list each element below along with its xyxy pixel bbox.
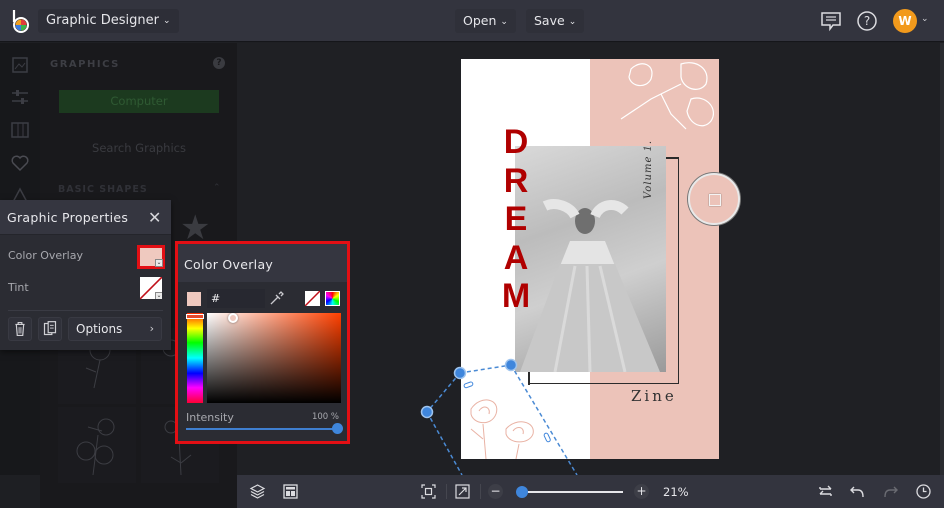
floral-graphic-selected[interactable] <box>461 389 551 459</box>
hue-slider-handle[interactable] <box>186 314 204 319</box>
intensity-value: 100 % <box>311 412 339 422</box>
options-label: Options <box>76 322 123 336</box>
color-overlay-popup: Color Overlay # EFC9BF Intensity 100 % <box>175 241 350 444</box>
save-button[interactable]: Save ⌄ <box>526 9 585 33</box>
user-avatar[interactable]: W <box>893 9 917 33</box>
panel-header: Graphic Properties ✕ <box>0 200 171 235</box>
delete-button[interactable] <box>8 317 32 341</box>
frame-line <box>528 372 530 385</box>
redo-icon[interactable] <box>882 483 899 500</box>
upload-computer-button[interactable]: Computer <box>59 90 219 113</box>
zoom-slider[interactable] <box>519 491 623 493</box>
chevron-up-icon[interactable]: ⌃ <box>213 183 221 193</box>
zoom-slider-thumb[interactable] <box>516 486 528 498</box>
app-switcher-button[interactable]: Graphic Designer ⌄ <box>38 9 179 33</box>
history-icon[interactable] <box>915 483 932 500</box>
close-icon[interactable]: ✕ <box>148 208 161 227</box>
color-overlay-label: Color Overlay <box>8 249 83 262</box>
volume-text[interactable]: Volume 1. <box>643 140 654 199</box>
frame-border[interactable] <box>528 157 679 384</box>
color-overlay-swatch[interactable]: ⌄ <box>137 245 165 269</box>
hue-slider[interactable] <box>186 313 204 403</box>
color-picker-handle[interactable] <box>228 313 238 323</box>
heart-icon[interactable] <box>10 153 30 173</box>
duplicate-button[interactable] <box>38 317 62 341</box>
bottom-toolbar: − + 21% <box>237 475 944 508</box>
no-color-button[interactable] <box>305 291 320 306</box>
current-color-swatch <box>187 292 201 306</box>
logo-icon[interactable] <box>10 8 32 34</box>
help-icon[interactable]: ? <box>856 10 878 32</box>
title-letter: E <box>504 200 528 238</box>
floral-graphic-top[interactable] <box>611 59 719 159</box>
search-graphics-input[interactable]: Search Graphics <box>59 137 219 159</box>
zine-text[interactable]: Zine <box>631 387 677 405</box>
panel-title: Graphic Properties <box>7 210 129 225</box>
vertical-scrollbar[interactable] <box>940 43 944 475</box>
duplicate-icon <box>43 321 57 336</box>
intensity-slider[interactable] <box>186 428 337 430</box>
intensity-slider-thumb[interactable] <box>332 423 343 434</box>
zoom-value: 21% <box>663 485 689 499</box>
sliders-icon[interactable] <box>10 87 30 107</box>
expand-icon[interactable] <box>454 483 471 500</box>
divider <box>8 310 163 311</box>
image-icon[interactable] <box>10 55 30 75</box>
divider <box>480 484 481 499</box>
chevron-down-icon: ⌄ <box>155 292 162 299</box>
tint-label: Tint <box>8 281 29 294</box>
hex-input[interactable]: # EFC9BF <box>207 289 265 324</box>
trash-icon <box>15 321 25 337</box>
title-letter: D <box>503 123 529 161</box>
chevron-down-icon: ⌄ <box>500 17 508 27</box>
chevron-down-icon[interactable]: ⌄ <box>921 14 929 24</box>
square-icon <box>709 194 721 206</box>
saturation-value-picker[interactable] <box>207 313 341 403</box>
swap-icon[interactable] <box>817 483 834 500</box>
panel-title: GRAPHICS <box>50 59 120 70</box>
columns-icon[interactable] <box>10 120 30 140</box>
options-button[interactable]: Options › <box>68 317 162 341</box>
zoom-in-button[interactable]: + <box>634 484 649 499</box>
popup-title: Color Overlay <box>184 257 274 272</box>
zoom-out-button[interactable]: − <box>488 484 503 499</box>
chevron-right-icon: › <box>149 322 154 335</box>
chevron-down-icon: ⌄ <box>155 259 163 267</box>
layers-icon[interactable] <box>249 483 266 500</box>
popup-header: Color Overlay <box>178 244 347 282</box>
top-bar: Graphic Designer ⌄ Open ⌄ Save ⌄ ? W ⌄ <box>0 0 944 42</box>
comments-icon[interactable] <box>820 10 842 32</box>
undo-icon[interactable] <box>849 483 866 500</box>
layout-icon[interactable] <box>282 483 299 500</box>
eyedropper-icon[interactable] <box>269 290 285 306</box>
graphic-properties-panel: Graphic Properties ✕ Color Overlay ⌄ Tin… <box>0 200 171 350</box>
help-icon[interactable]: ? <box>213 57 225 69</box>
divider <box>446 484 447 499</box>
title-letter: R <box>503 161 529 200</box>
app-name: Graphic Designer <box>46 13 159 28</box>
intensity-label: Intensity <box>186 411 234 424</box>
graphic-tile[interactable] <box>58 407 136 483</box>
open-button[interactable]: Open ⌄ <box>455 9 516 33</box>
color-spectrum-button[interactable] <box>325 291 340 306</box>
fit-screen-icon[interactable] <box>420 483 437 500</box>
rotate-handle[interactable] <box>688 173 740 225</box>
save-label: Save <box>534 13 565 28</box>
design-page[interactable]: D R E A M Volume 1. Zine <box>461 59 719 459</box>
chevron-down-icon: ⌄ <box>568 17 577 27</box>
title-letter: M <box>501 277 531 315</box>
dream-title[interactable]: D R E A M <box>499 123 533 316</box>
section-basic-shapes[interactable]: BASIC SHAPES <box>58 184 148 195</box>
open-label: Open <box>463 13 497 28</box>
title-letter: A <box>503 238 529 277</box>
tint-swatch[interactable]: ⌄ <box>140 277 162 299</box>
svg-text:?: ? <box>864 14 870 28</box>
chevron-down-icon: ⌄ <box>163 16 171 26</box>
